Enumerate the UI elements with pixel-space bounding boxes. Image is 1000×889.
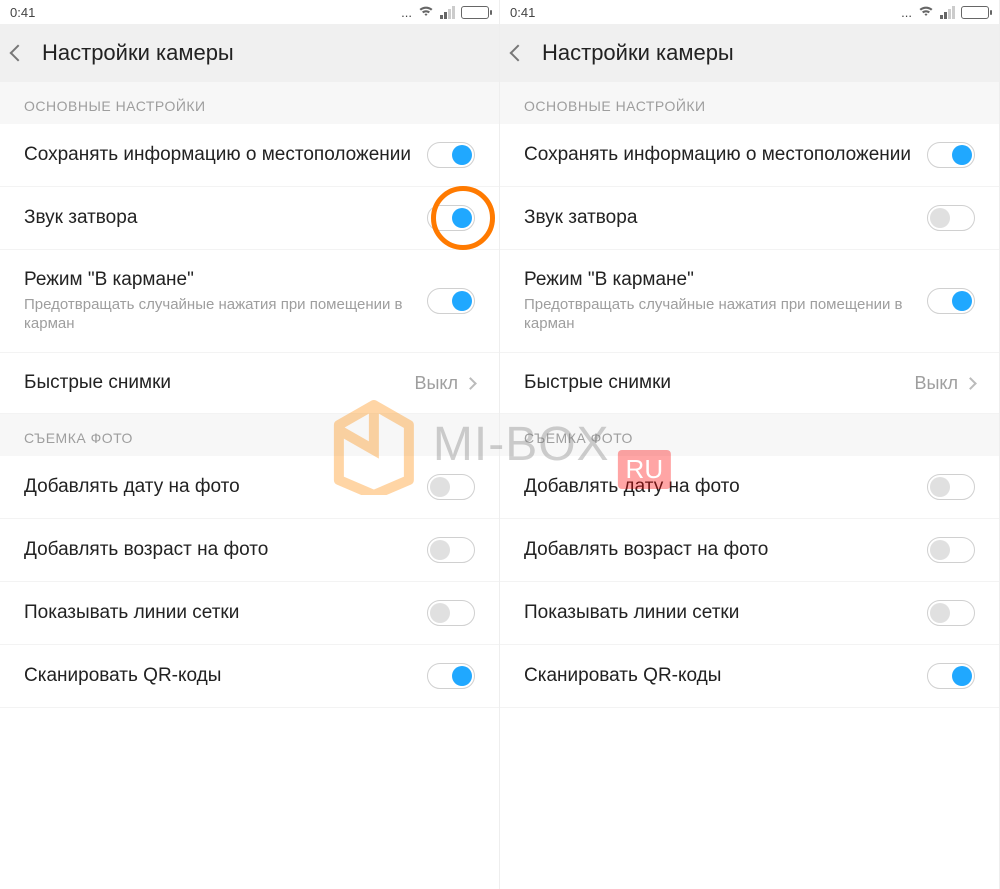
- row-quick-label: Быстрые снимки: [524, 371, 902, 396]
- row-pocket-sub: Предотвращать случайные нажатия при поме…: [524, 295, 915, 334]
- toggle-location[interactable]: [427, 142, 475, 168]
- chevron-right-icon: [964, 377, 977, 390]
- back-icon[interactable]: [510, 45, 527, 62]
- section-main-header: ОСНОВНЫЕ НАСТРОЙКИ: [500, 82, 999, 124]
- phone-left: 0:41 ... Настройки камеры ОСНОВНЫЕ НАСТР…: [0, 0, 500, 889]
- row-age-label: Добавлять возраст на фото: [24, 538, 415, 563]
- row-qr-label: Сканировать QR-коды: [524, 664, 915, 689]
- row-pocket-label: Режим "В кармане": [524, 268, 915, 293]
- toggle-qr[interactable]: [427, 663, 475, 689]
- row-grid-label: Показывать линии сетки: [524, 601, 915, 626]
- row-location-label: Сохранять информацию о местоположении: [24, 143, 415, 168]
- row-qr[interactable]: Сканировать QR-коды: [500, 645, 999, 708]
- toggle-age[interactable]: [927, 537, 975, 563]
- toggle-pocket[interactable]: [427, 288, 475, 314]
- page-title: Настройки камеры: [542, 40, 734, 66]
- row-quick-value-text: Выкл: [414, 373, 458, 394]
- row-location-label: Сохранять информацию о местоположении: [524, 143, 915, 168]
- row-quick[interactable]: Быстрые снимки Выкл: [500, 353, 999, 415]
- row-pocket-sub: Предотвращать случайные нажатия при поме…: [24, 295, 415, 334]
- row-date-label: Добавлять дату на фото: [24, 475, 415, 500]
- toggle-pocket[interactable]: [927, 288, 975, 314]
- battery-icon: [961, 6, 989, 19]
- wifi-icon: [418, 5, 434, 20]
- row-grid[interactable]: Показывать линии сетки: [500, 582, 999, 645]
- row-quick-label: Быстрые снимки: [24, 371, 402, 396]
- section-photo-header: СЪЕМКА ФОТО: [0, 414, 499, 456]
- row-location[interactable]: Сохранять информацию о местоположении: [0, 124, 499, 187]
- status-dots: ...: [901, 5, 912, 20]
- row-qr[interactable]: Сканировать QR-коды: [0, 645, 499, 708]
- toggle-date[interactable]: [427, 474, 475, 500]
- row-quick-value-text: Выкл: [914, 373, 958, 394]
- row-grid-label: Показывать линии сетки: [24, 601, 415, 626]
- toggle-shutter[interactable]: [427, 205, 475, 231]
- status-time: 0:41: [10, 5, 35, 20]
- status-right: ...: [401, 5, 489, 20]
- row-age[interactable]: Добавлять возраст на фото: [500, 519, 999, 582]
- wifi-icon: [918, 5, 934, 20]
- back-icon[interactable]: [10, 45, 27, 62]
- battery-icon: [461, 6, 489, 19]
- toggle-date[interactable]: [927, 474, 975, 500]
- row-age[interactable]: Добавлять возраст на фото: [0, 519, 499, 582]
- status-right: ...: [901, 5, 989, 20]
- status-time: 0:41: [510, 5, 535, 20]
- row-quick[interactable]: Быстрые снимки Выкл: [0, 353, 499, 415]
- page-title: Настройки камеры: [42, 40, 234, 66]
- row-pocket[interactable]: Режим "В кармане" Предотвращать случайны…: [500, 250, 999, 353]
- toggle-grid[interactable]: [927, 600, 975, 626]
- status-bar: 0:41 ...: [0, 0, 499, 24]
- status-dots: ...: [401, 5, 412, 20]
- row-quick-value: Выкл: [414, 373, 475, 394]
- row-date[interactable]: Добавлять дату на фото: [500, 456, 999, 519]
- status-bar: 0:41 ...: [500, 0, 999, 24]
- row-location[interactable]: Сохранять информацию о местоположении: [500, 124, 999, 187]
- row-pocket[interactable]: Режим "В кармане" Предотвращать случайны…: [0, 250, 499, 353]
- header-bar: Настройки камеры: [0, 24, 499, 82]
- row-shutter[interactable]: Звук затвора: [0, 187, 499, 250]
- row-date-label: Добавлять дату на фото: [524, 475, 915, 500]
- toggle-grid[interactable]: [427, 600, 475, 626]
- signal-icon: [940, 6, 955, 19]
- signal-icon: [440, 6, 455, 19]
- row-qr-label: Сканировать QR-коды: [24, 664, 415, 689]
- toggle-qr[interactable]: [927, 663, 975, 689]
- row-grid[interactable]: Показывать линии сетки: [0, 582, 499, 645]
- row-age-label: Добавлять возраст на фото: [524, 538, 915, 563]
- row-date[interactable]: Добавлять дату на фото: [0, 456, 499, 519]
- row-shutter-label: Звук затвора: [524, 206, 915, 231]
- row-shutter-label: Звук затвора: [24, 206, 415, 231]
- row-shutter[interactable]: Звук затвора: [500, 187, 999, 250]
- toggle-shutter[interactable]: [927, 205, 975, 231]
- section-photo-header: СЪЕМКА ФОТО: [500, 414, 999, 456]
- section-main-header: ОСНОВНЫЕ НАСТРОЙКИ: [0, 82, 499, 124]
- toggle-age[interactable]: [427, 537, 475, 563]
- phone-right: 0:41 ... Настройки камеры ОСНОВНЫЕ НАСТР…: [500, 0, 1000, 889]
- chevron-right-icon: [464, 377, 477, 390]
- toggle-location[interactable]: [927, 142, 975, 168]
- row-quick-value: Выкл: [914, 373, 975, 394]
- header-bar: Настройки камеры: [500, 24, 999, 82]
- row-pocket-label: Режим "В кармане": [24, 268, 415, 293]
